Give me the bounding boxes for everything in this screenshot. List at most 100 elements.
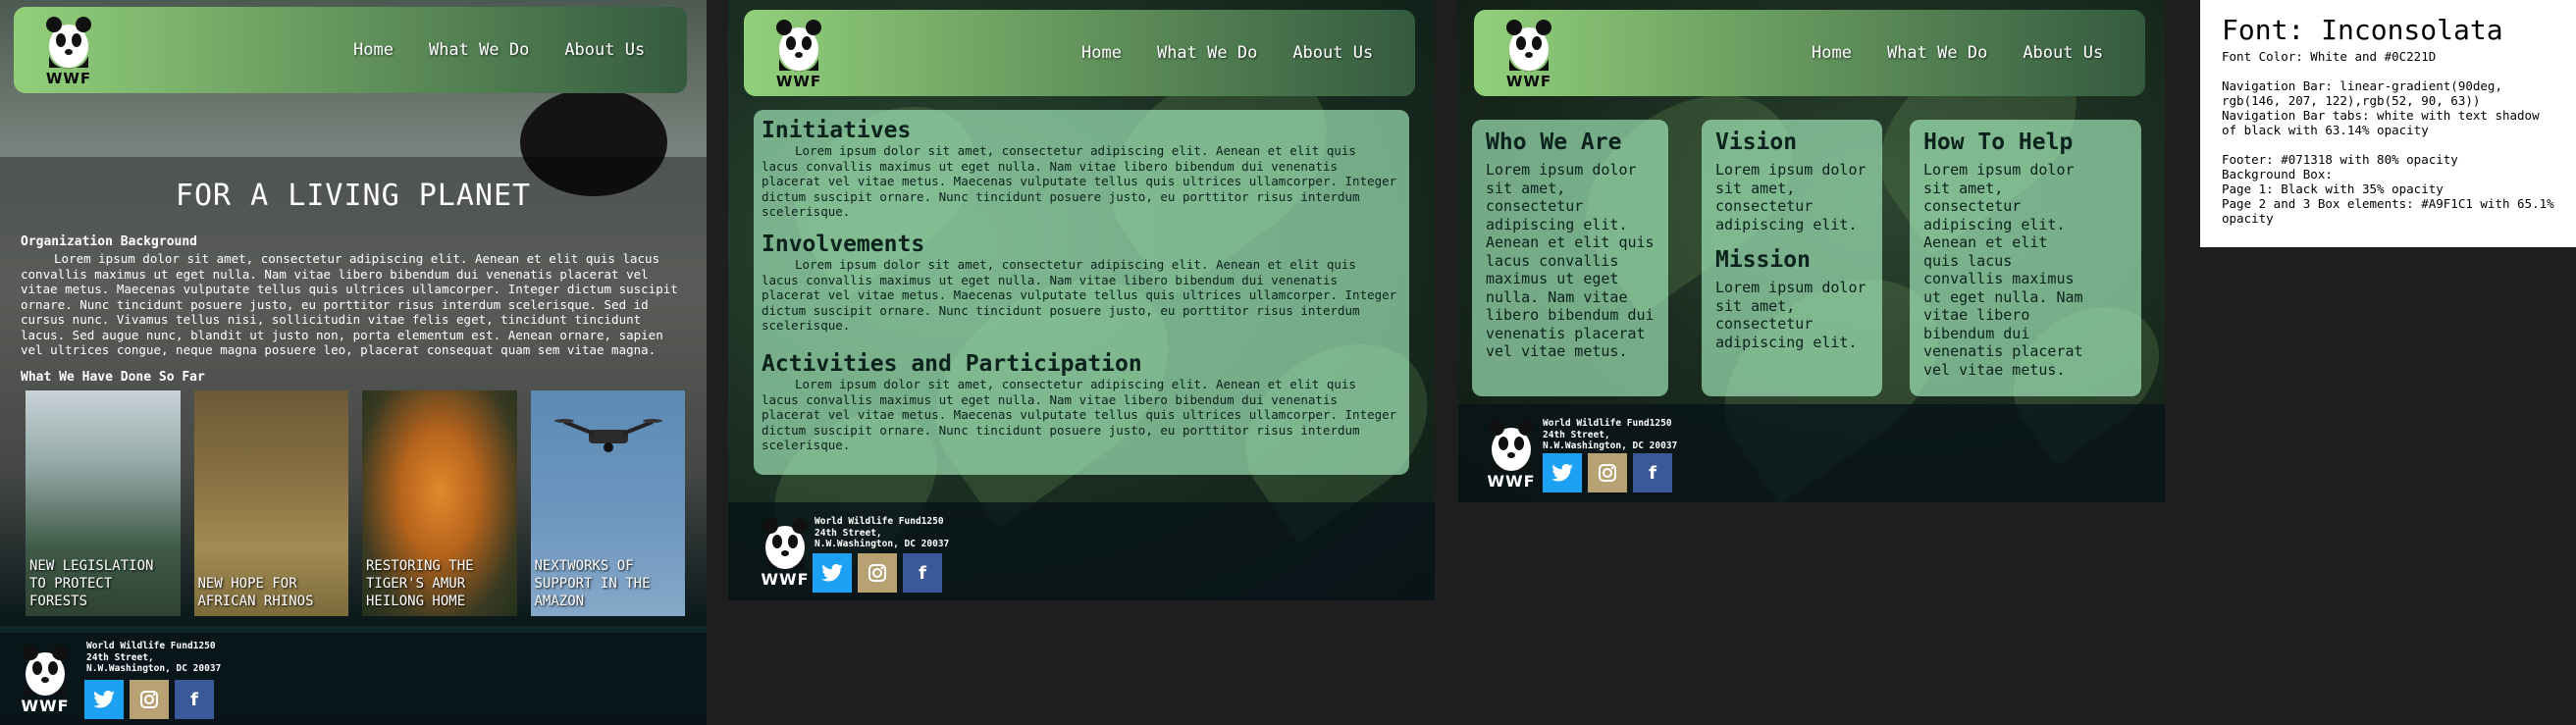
navigation-bar: WWF Home What We Do About Us (744, 10, 1415, 96)
facebook-icon: f (919, 562, 926, 584)
footer: WWF World Wildlife Fund1250 24th Street,… (728, 502, 1435, 600)
card-african-rhinos[interactable]: NEW HOPE FOR AFRICAN RHINOS (193, 390, 348, 616)
page2-what-we-do-mockup: WWF Home What We Do About Us Initiatives… (728, 0, 1435, 600)
box-title: Vision (1715, 129, 1798, 155)
wwf-logo[interactable]: WWF (1501, 16, 1556, 90)
footer-address: World Wildlife Fund1250 24th Street, N.W… (86, 641, 221, 675)
footer-wwf-logo[interactable]: WWF (758, 514, 813, 589)
twitter-button[interactable] (813, 553, 852, 593)
facebook-button[interactable]: f (175, 680, 214, 719)
wwf-logo[interactable]: WWF (771, 16, 826, 90)
panda-icon (46, 17, 91, 69)
card-caption: NEW LEGISLATION TO PROTECT FORESTS (29, 558, 154, 609)
address-line: 24th Street, (1543, 429, 1610, 440)
nav-link-home[interactable]: Home (1812, 43, 1852, 63)
address-line: N.W.Washington, DC 20037 (1543, 440, 1678, 451)
card-amazon-drone[interactable]: NEXTWORKS OF SUPPORT IN THE AMAZON (530, 390, 685, 616)
section-heading-organization-background: Organization Background (21, 234, 198, 249)
footer: WWF World Wildlife Fund1250 24th Street,… (0, 633, 707, 725)
section-involvements: Involvements Lorem ipsum dolor sit amet,… (762, 232, 1399, 334)
drone-icon (553, 419, 662, 452)
social-links: f (813, 553, 942, 593)
twitter-bird-icon (821, 564, 843, 582)
social-links: f (1543, 453, 1672, 492)
facebook-button[interactable]: f (1633, 453, 1672, 492)
panda-icon (776, 20, 821, 72)
instagram-icon (868, 564, 886, 582)
address-line: 24th Street, (815, 527, 882, 539)
nav-links: Home What We Do About Us (1812, 10, 2103, 96)
address-line: World Wildlife Fund1250 (86, 641, 216, 651)
section-title: Activities and Participation (762, 351, 1142, 377)
panda-icon (1489, 420, 1534, 472)
vision-mission-box: Vision Lorem ipsum dolor sit amet, conse… (1702, 120, 1882, 396)
section-body: Lorem ipsum dolor sit amet, consectetur … (762, 377, 1397, 452)
social-links: f (84, 680, 214, 719)
instagram-icon (140, 691, 158, 708)
style-notes-panel: Font: Inconsolata Font Color: White and … (2200, 0, 2576, 247)
nav-link-what-we-do[interactable]: What We Do (1157, 43, 1257, 63)
section-heading-what-we-have-done: What We Have Done So Far (21, 370, 205, 385)
twitter-button[interactable] (84, 680, 124, 719)
address-line: World Wildlife Fund1250 (1543, 418, 1672, 429)
box-body: Lorem ipsum dolor sit amet, consectetur … (1715, 279, 1866, 351)
footer-logo-text: WWF (761, 570, 810, 589)
navigation-bar: WWF Home What We Do About Us (14, 7, 687, 93)
panda-icon (1506, 20, 1551, 72)
organization-background-text: Lorem ipsum dolor sit amet, consectetur … (21, 251, 678, 357)
box-body: Lorem ipsum dolor sit amet, consectetur … (1923, 161, 2083, 379)
twitter-bird-icon (93, 691, 115, 708)
hero-title: FOR A LIVING PLANET (175, 179, 532, 213)
footer: WWF World Wildlife Fund1250 24th Street,… (1458, 404, 2165, 502)
nav-link-about-us[interactable]: About Us (2023, 43, 2103, 63)
instagram-button[interactable] (1588, 453, 1627, 492)
instagram-button[interactable] (130, 680, 169, 719)
style-notes-title: Font: Inconsolata (2222, 14, 2503, 46)
nav-link-home[interactable]: Home (1081, 43, 1122, 63)
section-title: Initiatives (762, 118, 912, 143)
card-forest-legislation[interactable]: NEW LEGISLATION TO PROTECT FORESTS (26, 390, 181, 616)
address-line: N.W.Washington, DC 20037 (815, 539, 950, 549)
section-initiatives: Initiatives Lorem ipsum dolor sit amet, … (762, 118, 1399, 220)
box-body: Lorem ipsum dolor sit amet, consectetur … (1486, 161, 1655, 360)
nav-link-what-we-do[interactable]: What We Do (429, 40, 529, 60)
facebook-icon: f (1649, 462, 1656, 484)
wwf-logo[interactable]: WWF (41, 13, 96, 87)
section-body: Lorem ipsum dolor sit amet, consectetur … (762, 143, 1397, 219)
wwf-logo-text: WWF (45, 70, 92, 87)
address-line: 24th Street, (86, 651, 154, 663)
footer-address: World Wildlife Fund1250 24th Street, N.W… (1543, 418, 1677, 452)
box-title: Who We Are (1486, 129, 1622, 155)
page3-about-us-mockup: WWF Home What We Do About Us Who We Are … (1458, 0, 2165, 502)
achievement-cards: NEW LEGISLATION TO PROTECT FORESTS NEW H… (26, 390, 685, 616)
footer-logo-text: WWF (1487, 472, 1536, 491)
card-caption: NEXTWORKS OF SUPPORT IN THE AMAZON (534, 558, 651, 609)
box-title: How To Help (1923, 129, 2074, 155)
footer-address: World Wildlife Fund1250 24th Street, N.W… (815, 516, 949, 550)
address-line: N.W.Washington, DC 20037 (86, 663, 222, 674)
box-title: Mission (1715, 247, 1811, 273)
section-activities: Activities and Participation Lorem ipsum… (762, 351, 1399, 453)
nav-link-about-us[interactable]: About Us (1292, 43, 1373, 63)
instagram-button[interactable] (858, 553, 897, 593)
panda-icon (762, 518, 808, 570)
card-amur-tiger[interactable]: RESTORING THE TIGER'S AMUR HEILONG HOME (362, 390, 517, 616)
footer-logo-text: WWF (21, 697, 70, 715)
address-line: World Wildlife Fund1250 (815, 516, 944, 527)
facebook-button[interactable]: f (903, 553, 942, 593)
twitter-button[interactable] (1543, 453, 1582, 492)
wwf-logo-text: WWF (1505, 73, 1552, 90)
section-title: Involvements (762, 232, 925, 257)
nav-link-about-us[interactable]: About Us (564, 40, 645, 60)
footer-wwf-logo[interactable]: WWF (1484, 416, 1539, 491)
footer-wwf-logo[interactable]: WWF (18, 641, 73, 715)
page1-home-mockup: WWF Home What We Do About Us FOR A LIVIN… (0, 0, 707, 725)
who-we-are-box: Who We Are Lorem ipsum dolor sit amet, c… (1472, 120, 1668, 396)
twitter-bird-icon (1551, 464, 1573, 482)
panda-icon (23, 645, 68, 697)
nav-link-what-we-do[interactable]: What We Do (1887, 43, 1987, 63)
navigation-bar: WWF Home What We Do About Us (1474, 10, 2145, 96)
nav-link-home[interactable]: Home (353, 40, 394, 60)
wwf-logo-text: WWF (775, 73, 822, 90)
nav-links: Home What We Do About Us (1081, 10, 1373, 96)
